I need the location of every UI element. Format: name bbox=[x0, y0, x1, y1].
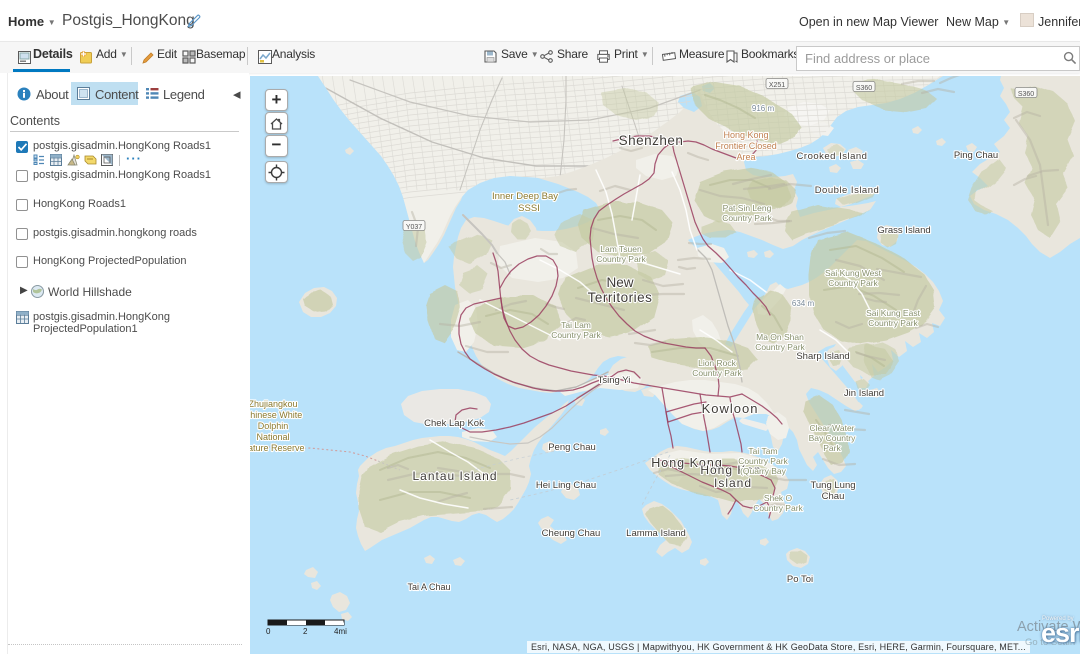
svg-text:Sai Kung East: Sai Kung East bbox=[866, 308, 921, 318]
svg-text:Jin Island: Jin Island bbox=[844, 388, 884, 399]
svg-text:Peng Chau: Peng Chau bbox=[548, 442, 596, 453]
svg-text:Lantau Island: Lantau Island bbox=[412, 469, 497, 483]
svg-text:Country Park: Country Park bbox=[755, 342, 805, 352]
svg-text:Island: Island bbox=[714, 476, 752, 490]
svg-text:Po Toi: Po Toi bbox=[787, 574, 813, 585]
svg-text:X251: X251 bbox=[769, 82, 785, 89]
svg-text:SSSI: SSSI bbox=[518, 203, 540, 214]
svg-text:S360: S360 bbox=[1018, 91, 1034, 98]
svg-text:Clear Water: Clear Water bbox=[809, 423, 854, 433]
svg-text:Y037: Y037 bbox=[406, 224, 422, 231]
svg-text:Frontier Closed: Frontier Closed bbox=[715, 141, 777, 151]
svg-text:Chinese White: Chinese White bbox=[250, 410, 302, 420]
svg-text:Tai A Chau: Tai A Chau bbox=[407, 582, 450, 592]
svg-text:Bay Country: Bay Country bbox=[809, 433, 857, 443]
svg-text:Double Island: Double Island bbox=[815, 185, 880, 196]
svg-text:Dolphin: Dolphin bbox=[258, 421, 289, 431]
svg-text:Tai Tam: Tai Tam bbox=[748, 446, 777, 456]
svg-text:Sharp Island: Sharp Island bbox=[796, 351, 849, 362]
svg-text:Shenzhen: Shenzhen bbox=[619, 133, 684, 148]
svg-text:Lam Tsuen: Lam Tsuen bbox=[600, 244, 642, 254]
svg-text:Country Park: Country Park bbox=[692, 368, 742, 378]
svg-text:Lamma Island: Lamma Island bbox=[626, 528, 686, 539]
svg-text:Sai Kung West: Sai Kung West bbox=[825, 268, 882, 278]
svg-text:Country Park: Country Park bbox=[551, 330, 601, 340]
svg-text:Country Park: Country Park bbox=[738, 456, 788, 466]
svg-text:Tai Lam: Tai Lam bbox=[561, 320, 591, 330]
svg-text:916 m: 916 m bbox=[752, 104, 775, 113]
svg-text:4mi: 4mi bbox=[334, 627, 347, 636]
svg-text:Ping Chau: Ping Chau bbox=[954, 150, 998, 161]
svg-text:S360: S360 bbox=[856, 85, 872, 92]
svg-text:Shek O: Shek O bbox=[764, 493, 793, 503]
svg-text:Pat Sin Leng: Pat Sin Leng bbox=[723, 203, 772, 213]
svg-text:Chau: Chau bbox=[822, 491, 845, 502]
svg-text:0: 0 bbox=[266, 627, 271, 636]
svg-text:New: New bbox=[606, 275, 633, 290]
svg-text:Lion Rock: Lion Rock bbox=[698, 358, 737, 368]
svg-text:Chek Lap Kok: Chek Lap Kok bbox=[424, 418, 484, 429]
svg-text:Zhujiangkou: Zhujiangkou bbox=[250, 399, 298, 409]
svg-text:Country Park: Country Park bbox=[828, 278, 878, 288]
svg-text:Hong Kong: Hong Kong bbox=[723, 130, 768, 140]
svg-text:Grass Island: Grass Island bbox=[877, 225, 930, 236]
svg-text:(Quarry Bay: (Quarry Bay bbox=[740, 466, 787, 476]
svg-text:Country Park: Country Park bbox=[868, 318, 918, 328]
svg-text:Country Park: Country Park bbox=[722, 213, 772, 223]
svg-text:Tsing Yi: Tsing Yi bbox=[598, 375, 631, 386]
svg-text:2: 2 bbox=[303, 627, 308, 636]
svg-text:Hei Ling Chau: Hei Ling Chau bbox=[536, 480, 596, 491]
svg-text:Tung Lung: Tung Lung bbox=[810, 480, 855, 491]
svg-text:Nature Reserve: Nature Reserve bbox=[250, 443, 305, 453]
svg-text:Inner Deep Bay: Inner Deep Bay bbox=[492, 191, 558, 202]
svg-text:Park: Park bbox=[823, 443, 841, 453]
svg-text:Area: Area bbox=[736, 152, 755, 162]
svg-text:Ma On Shan: Ma On Shan bbox=[756, 332, 804, 342]
svg-text:634 m: 634 m bbox=[792, 299, 815, 308]
svg-text:Kowloon: Kowloon bbox=[702, 401, 759, 416]
svg-text:Country Park: Country Park bbox=[753, 503, 803, 513]
svg-text:National: National bbox=[256, 432, 289, 442]
svg-text:Country Park: Country Park bbox=[596, 254, 646, 264]
svg-text:Cheung Chau: Cheung Chau bbox=[542, 528, 601, 539]
svg-text:Territories: Territories bbox=[588, 290, 653, 305]
svg-text:Crooked Island: Crooked Island bbox=[797, 151, 868, 162]
